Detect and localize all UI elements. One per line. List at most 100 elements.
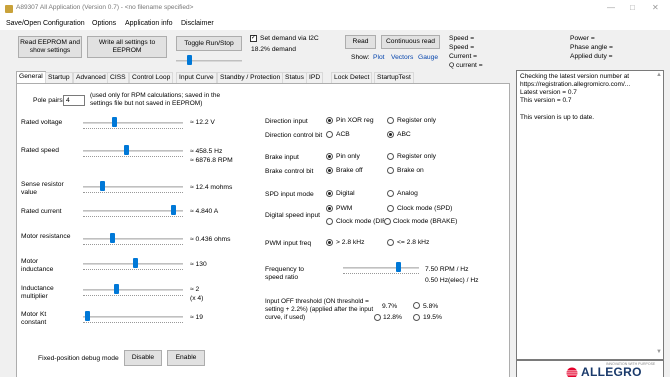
tab-ipd[interactable]: IPD	[306, 72, 324, 83]
minimize-button[interactable]: —	[607, 3, 615, 12]
rated-current-thumb[interactable]	[171, 205, 177, 215]
tab-startuptest[interactable]: StartupTest	[374, 72, 414, 83]
clock-brake-label: Clock mode (BRAKE)	[393, 218, 458, 225]
motor-kt-slider[interactable]	[83, 316, 183, 318]
tab-general[interactable]: General	[16, 71, 46, 83]
motor-resistance-thumb[interactable]	[109, 233, 115, 243]
tab-lock-detect[interactable]: Lock Detect	[331, 72, 373, 83]
pole-pairs-input[interactable]: 4	[63, 95, 85, 106]
pole-pairs-label: Pole pairs	[33, 97, 63, 104]
radio-12-8[interactable]	[374, 314, 381, 321]
brake-off-label: Brake off	[336, 167, 363, 174]
app-icon	[5, 5, 13, 13]
read-button[interactable]: Read	[345, 35, 376, 49]
radio-analog[interactable]	[387, 190, 394, 197]
toggle-run-stop-button[interactable]: Toggle Run/Stop	[176, 36, 242, 51]
write-all-button[interactable]: Write all settings to EEPROM	[87, 36, 167, 58]
radio-le-2-8khz[interactable]	[387, 239, 394, 246]
continuous-read-button[interactable]: Continuous read	[381, 35, 440, 49]
scroll-up-icon[interactable]: ▲	[656, 72, 662, 78]
tab-input-curve[interactable]: Input Curve	[176, 72, 217, 83]
motor-inductance-label: Motor inductance	[21, 258, 54, 274]
brake-control-label: Brake control bit	[265, 168, 314, 175]
menu-application-info[interactable]: Application info	[125, 20, 172, 27]
motor-resistance-slider[interactable]	[83, 238, 183, 240]
pwm-freq-label: PWM input freq	[265, 240, 312, 247]
pin-xor-reg-label: Pin XOR reg	[336, 117, 374, 124]
plot-link[interactable]: Plot	[373, 54, 385, 61]
radio-5-8[interactable]	[413, 302, 420, 309]
disable-button[interactable]: Disable	[124, 350, 162, 366]
tab-control-loop[interactable]: Control Loop	[129, 72, 174, 83]
radio-clock-brake[interactable]	[384, 218, 391, 225]
radio-19-5[interactable]	[413, 314, 420, 321]
radio-gt-2-8khz[interactable]	[326, 239, 333, 246]
register-only-brake-label: Register only	[397, 153, 437, 160]
motor-resistance-label: Motor resistance	[21, 233, 71, 240]
enable-button[interactable]: Enable	[167, 350, 205, 366]
radio-clock-dir[interactable]	[326, 218, 333, 225]
set-demand-checkbox[interactable]: ✓	[250, 35, 257, 42]
phase-angle-readout: Phase angle =	[570, 44, 613, 51]
radio-pwm[interactable]	[326, 205, 333, 212]
read-eeprom-button[interactable]: Read EEPROM and show settings	[18, 36, 82, 58]
input-off-9-7-label: 9.7%	[382, 303, 398, 310]
rated-voltage-thumb[interactable]	[111, 117, 117, 127]
scroll-down-icon[interactable]: ▼	[656, 349, 662, 355]
q-current-readout: Q current =	[449, 62, 483, 69]
menu-options[interactable]: Options	[92, 20, 116, 27]
sense-resistor-slider[interactable]	[83, 186, 183, 188]
rated-current-slider[interactable]	[83, 210, 183, 212]
rated-speed-thumb[interactable]	[123, 145, 129, 155]
motor-inductance-thumb[interactable]	[133, 258, 139, 268]
close-button[interactable]: ✕	[652, 3, 659, 12]
register-only-dir-label: Register only	[397, 117, 437, 124]
rated-current-value: ≈ 4.840 A	[190, 208, 219, 215]
tab-status[interactable]: Status	[282, 72, 307, 83]
radio-register-only-brake[interactable]	[387, 153, 394, 160]
menu-disclaimer[interactable]: Disclaimer	[181, 20, 214, 27]
radio-acb[interactable]	[326, 131, 333, 138]
radio-pin-xor-reg[interactable]	[326, 117, 333, 124]
motor-inductance-ticks	[83, 269, 183, 272]
demand-text: 18.2% demand	[251, 46, 296, 53]
demand-slider-thumb[interactable]	[187, 55, 193, 65]
brake-on-label: Brake on	[397, 167, 424, 174]
debug-mode-label: Fixed-position debug mode	[38, 355, 119, 362]
inductance-multiplier-thumb[interactable]	[114, 284, 120, 294]
show-label: Show:	[351, 54, 370, 61]
rated-speed-hz: ≈ 458.5 Hz	[190, 148, 223, 155]
radio-register-only-dir[interactable]	[387, 117, 394, 124]
freq-ratio-ticks	[343, 273, 419, 276]
rated-speed-slider[interactable]	[83, 150, 183, 152]
acb-label: ACB	[336, 131, 350, 138]
radio-abc[interactable]	[387, 131, 394, 138]
freq-ratio-hz: 0.50 Hz(elec) / Hz	[425, 277, 479, 284]
rated-voltage-slider[interactable]	[83, 122, 183, 124]
pole-pairs-note: (used only for RPM calculations; saved i…	[90, 92, 221, 107]
motor-kt-label: Motor Kt constant	[21, 311, 47, 327]
inductance-multiplier-slider[interactable]	[83, 289, 183, 291]
tab-standby-protection[interactable]: Standby / Protection	[217, 72, 284, 83]
motor-kt-value: ≈ 19	[190, 314, 203, 321]
radio-clock-spd[interactable]	[387, 205, 394, 212]
maximize-button[interactable]: □	[630, 3, 635, 12]
radio-pin-only[interactable]	[326, 153, 333, 160]
inductance-multiplier-value: ≈ 2	[190, 286, 200, 293]
radio-brake-on[interactable]	[387, 167, 394, 174]
radio-digital[interactable]	[326, 190, 333, 197]
rated-speed-rpm: ≈ 6876.8 RPM	[190, 157, 233, 164]
sense-resistor-thumb[interactable]	[100, 181, 106, 191]
demand-slider-track[interactable]	[176, 60, 242, 62]
freq-ratio-thumb[interactable]	[395, 262, 401, 272]
gauge-link[interactable]: Gauge	[418, 54, 438, 61]
radio-brake-off[interactable]	[326, 167, 333, 174]
rated-current-label: Rated current	[21, 208, 62, 215]
tab-ciss[interactable]: CISS	[107, 72, 129, 83]
freq-ratio-slider[interactable]	[343, 267, 419, 269]
vectors-link[interactable]: Vectors	[391, 54, 413, 61]
menu-save-open[interactable]: Save/Open Configuration	[6, 20, 85, 27]
motor-kt-thumb[interactable]	[84, 311, 90, 321]
tab-advanced[interactable]: Advanced	[73, 72, 109, 83]
tab-startup[interactable]: Startup	[45, 72, 73, 83]
